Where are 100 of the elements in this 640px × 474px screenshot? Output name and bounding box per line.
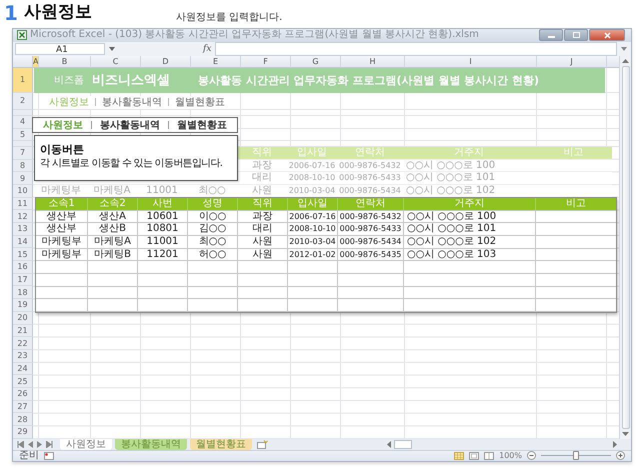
table-cell: 대리 — [238, 223, 288, 236]
row-number[interactable]: 7 — [13, 146, 33, 160]
table-cell: 2010-03-04 — [288, 236, 338, 248]
minimize-button[interactable] — [539, 29, 563, 42]
sheet-link[interactable]: 월별현황표 — [177, 118, 227, 132]
row-number[interactable]: 29 — [13, 426, 33, 439]
first-sheet-icon[interactable] — [17, 440, 24, 448]
row-number[interactable]: 16 — [13, 261, 33, 274]
zoom-level[interactable]: 100% — [499, 451, 522, 460]
row-number[interactable]: 12 — [13, 210, 33, 223]
table-cell-text: 마케팅부 — [40, 184, 82, 197]
maximize-icon — [572, 32, 580, 38]
table-cell-text: 2008-10-10 — [288, 172, 336, 184]
row-number[interactable]: 1 — [13, 68, 33, 93]
scroll-left-icon[interactable] — [387, 440, 391, 448]
scroll-thumb[interactable] — [394, 440, 412, 449]
previous-sheet-icon[interactable] — [28, 440, 33, 448]
column-header[interactable]: J — [537, 56, 607, 67]
vertical-scrollbar[interactable] — [619, 56, 631, 439]
table-cell: 마케팅부 — [36, 248, 88, 261]
table-cell: 11001 — [138, 236, 188, 248]
table-cell: 11201 — [138, 248, 188, 261]
table-cell: 이○○ — [188, 210, 238, 223]
macro-record-icon[interactable] — [44, 452, 54, 460]
table-cell: 000-9876-5433 — [338, 223, 404, 236]
table-header-cell: 사번 — [138, 198, 188, 210]
column-header[interactable]: G — [291, 56, 341, 67]
row-number[interactable]: 5 — [13, 128, 33, 141]
table-cell: 000-9876-5435 — [338, 248, 404, 261]
page-break-icon[interactable] — [484, 452, 494, 460]
description-text: 사원정보를 입력합니다. — [176, 11, 282, 24]
table-cell: 2008-10-10 — [288, 223, 338, 236]
table-cell-text: 마케팅A — [92, 184, 132, 197]
row-number[interactable]: 18 — [13, 286, 33, 300]
row-number[interactable]: 10 — [13, 184, 33, 198]
table-cell: 000-9876-5432 — [338, 210, 404, 223]
sheet-tab[interactable]: 월별현황표 — [190, 438, 252, 450]
table-header-cell-text: 입사일 — [296, 146, 328, 159]
name-box[interactable]: A1 — [15, 42, 105, 55]
column-header[interactable]: C — [91, 56, 141, 67]
sheet-tab[interactable]: 사원정보 — [60, 438, 112, 450]
normal-view-icon[interactable] — [454, 452, 464, 460]
table-cell: 과장 — [238, 210, 288, 223]
sheet-link[interactable]: 봉사활동내역 — [100, 118, 160, 132]
insert-function-button[interactable]: fx — [203, 44, 212, 54]
column-header[interactable]: I — [405, 56, 537, 67]
table-cell-text: 000-9876-5433 — [338, 172, 402, 184]
table-cell: ○○시 ○○○로 102 — [404, 236, 536, 248]
scroll-up-icon[interactable] — [622, 58, 629, 63]
table-cell: 생산B — [88, 223, 138, 236]
expand-icon[interactable] — [621, 46, 627, 51]
table-cell-text: 최○○ — [197, 184, 227, 197]
sheet-link[interactable]: 월별현황표 — [175, 96, 225, 109]
table-cell: 10601 — [138, 210, 188, 223]
table-cell: 생산A — [88, 210, 138, 223]
row-number[interactable]: 9 — [13, 172, 33, 185]
maximize-button[interactable] — [564, 29, 588, 42]
new-sheet-icon[interactable] — [257, 440, 268, 449]
dropdown-arrow-icon[interactable] — [109, 46, 115, 51]
row-number[interactable]: 19 — [13, 299, 33, 312]
next-sheet-icon[interactable] — [37, 440, 42, 448]
horizontal-scrollbar[interactable] — [387, 440, 617, 449]
column-header[interactable]: B — [39, 56, 91, 67]
row-number[interactable]: 11 — [13, 198, 33, 210]
slider-thumb[interactable] — [573, 451, 579, 460]
table-header-cell: 직위 — [238, 198, 288, 210]
close-button[interactable] — [589, 29, 625, 42]
row-number[interactable]: 27 — [13, 400, 33, 414]
table-cell-text: ○○시 ○○○로 102 — [405, 184, 496, 197]
row-number[interactable]: 28 — [13, 413, 33, 426]
row-number[interactable]: 17 — [13, 274, 33, 286]
table-cell: 김○○ — [188, 223, 238, 236]
table-cell: 마케팅B — [88, 248, 138, 261]
formula-input[interactable] — [215, 42, 617, 56]
row-number[interactable]: 26 — [13, 388, 33, 401]
zoom-in-icon[interactable] — [616, 451, 625, 460]
row-number[interactable]: 20 — [13, 312, 33, 324]
table-header-cell: 소속2 — [88, 198, 138, 210]
scroll-right-icon[interactable] — [613, 440, 617, 448]
row-number[interactable]: 2 — [13, 92, 33, 110]
column-header[interactable]: E — [191, 56, 241, 67]
scroll-down-icon[interactable] — [622, 432, 629, 436]
row-number[interactable]: 22 — [13, 337, 33, 350]
column-header[interactable]: D — [141, 56, 191, 67]
row-number[interactable]: 23 — [13, 350, 33, 363]
row-number[interactable]: 8 — [13, 160, 33, 172]
column-header[interactable]: F — [241, 56, 291, 67]
zoom-out-icon[interactable] — [527, 451, 536, 460]
row-number[interactable]: 14 — [13, 236, 33, 248]
sheet-link[interactable]: 사원정보 — [43, 118, 83, 132]
row-number[interactable]: 13 — [13, 223, 33, 236]
row-number[interactable]: 25 — [13, 375, 33, 388]
last-sheet-icon[interactable] — [46, 440, 53, 448]
scroll-thumb[interactable] — [622, 66, 630, 429]
row-number[interactable]: 15 — [13, 248, 33, 262]
sheet-link[interactable]: 봉사활동내역 — [102, 96, 162, 109]
page-layout-icon[interactable] — [469, 452, 480, 460]
row-number[interactable]: 21 — [13, 324, 33, 338]
column-header[interactable]: H — [341, 56, 405, 67]
row-number[interactable]: 24 — [13, 362, 33, 376]
